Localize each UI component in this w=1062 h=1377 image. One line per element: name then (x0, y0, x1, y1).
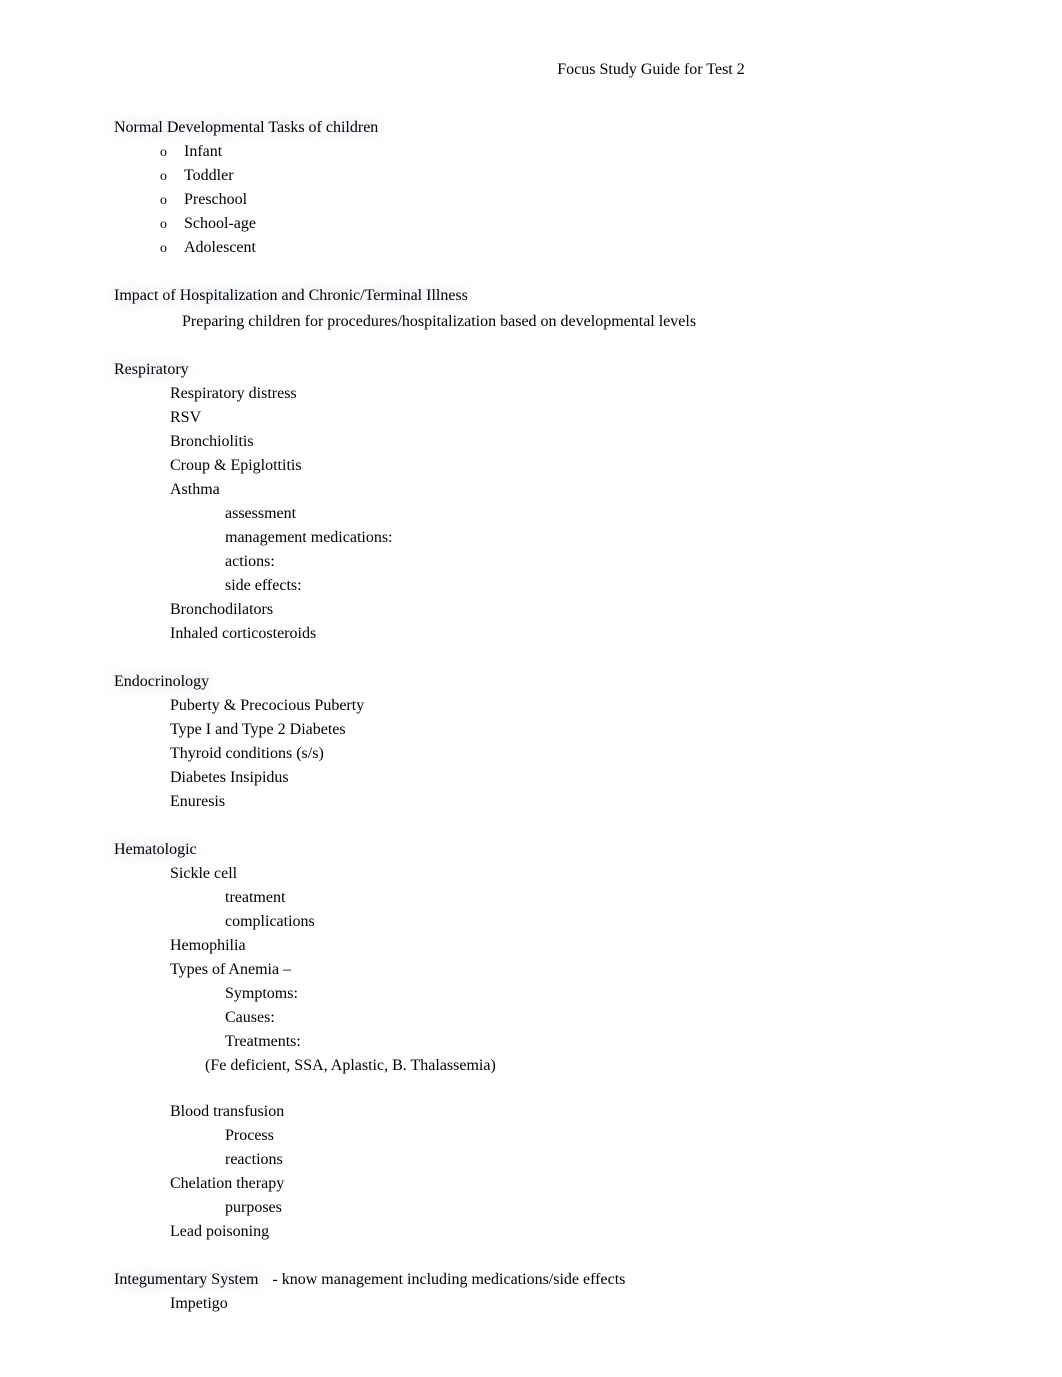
asthma-sub-item: side effects: (225, 574, 972, 598)
integumentary-note: - know management including medications/… (272, 1271, 625, 1288)
hematologic-item: Blood transfusion (170, 1100, 972, 1124)
endocrinology-item: Puberty & Precocious Puberty (170, 694, 972, 718)
sickle-sub-item: treatment (225, 886, 972, 910)
section-heading-endocrinology: Endocrinology (114, 670, 209, 694)
sickle-sub-item: complications (225, 910, 972, 934)
asthma-sub-item: management medications: (225, 526, 972, 550)
list-item: Adolescent (160, 236, 972, 260)
blood-sub-item: reactions (225, 1148, 972, 1172)
chelation-sub-item: purposes (225, 1196, 972, 1220)
asthma-sub-item: actions: (225, 550, 972, 574)
anemia-sub-item: Symptoms: (225, 982, 972, 1006)
section-heading-respiratory: Respiratory (114, 358, 189, 382)
respiratory-item: RSV (170, 406, 972, 430)
list-item: Toddler (160, 164, 972, 188)
endocrinology-item: Diabetes Insipidus (170, 766, 972, 790)
endocrinology-item: Thyroid conditions (s/s) (170, 742, 972, 766)
respiratory-item: Respiratory distress (170, 382, 972, 406)
respiratory-item: Asthma (170, 478, 972, 502)
endocrinology-item: Type I and Type 2 Diabetes (170, 718, 972, 742)
respiratory-item: Croup & Epiglottitis (170, 454, 972, 478)
list-item: Preschool (160, 188, 972, 212)
anemia-note: (Fe deficient, SSA, Aplastic, B. Thalass… (205, 1054, 972, 1078)
asthma-sub-item: assessment (225, 502, 972, 526)
endocrinology-item: Enuresis (170, 790, 972, 814)
impact-sub-text: Preparing children for procedures/hospit… (182, 310, 972, 334)
respiratory-item: Inhaled corticosteroids (170, 622, 972, 646)
document-title: Focus Study Guide for Test 2 (557, 58, 744, 82)
hematologic-item: Hemophilia (170, 934, 972, 958)
list-item: Infant (160, 140, 972, 164)
respiratory-item: Bronchiolitis (170, 430, 972, 454)
anemia-sub-item: Causes: (225, 1006, 972, 1030)
developmental-list: Infant Toddler Preschool School-age Adol… (160, 140, 972, 260)
section-heading-hematologic: Hematologic (114, 838, 197, 862)
integumentary-item: Impetigo (170, 1292, 972, 1316)
hematologic-item: Lead poisoning (170, 1220, 972, 1244)
section-heading-integumentary: Integumentary System (114, 1271, 258, 1288)
hematologic-item: Chelation therapy (170, 1172, 972, 1196)
respiratory-item: Bronchodilators (170, 598, 972, 622)
hematologic-item: Types of Anemia – (170, 958, 972, 982)
hematologic-item: Sickle cell (170, 862, 972, 886)
section-heading-developmental: Normal Developmental Tasks of children (114, 116, 378, 140)
list-item: School-age (160, 212, 972, 236)
blood-sub-item: Process (225, 1124, 972, 1148)
anemia-sub-item: Treatments: (225, 1030, 972, 1054)
section-heading-impact: Impact of Hospitalization and Chronic/Te… (114, 284, 468, 308)
